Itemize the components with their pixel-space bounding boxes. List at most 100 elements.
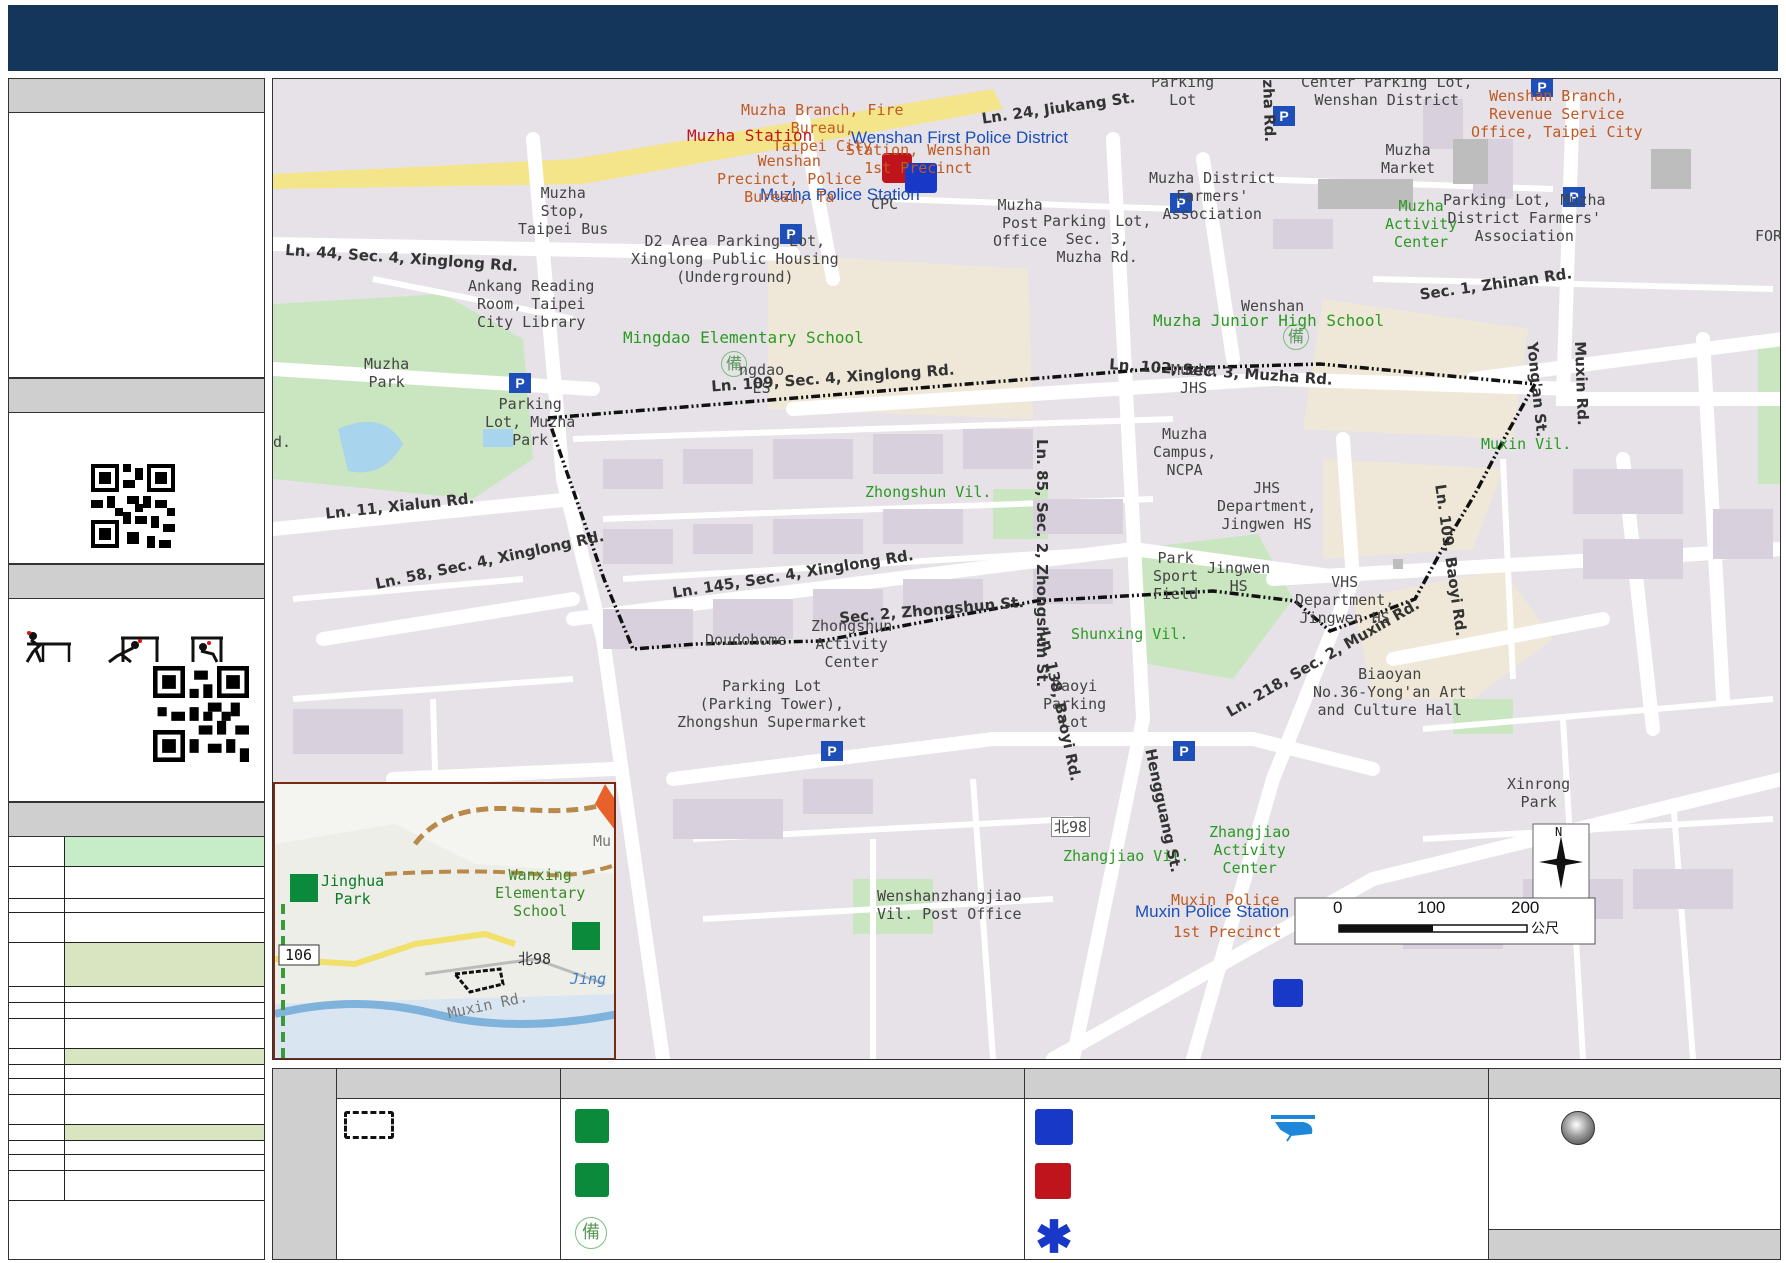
- evac-park-icon: [575, 1163, 609, 1197]
- label-wenshan-precinct: Wenshan Precinct, Police Bureau, Ta: [717, 152, 862, 206]
- panel-drill-header: [9, 565, 264, 599]
- label-muzha-station: Muzha Station: [687, 126, 813, 145]
- label-bei98: 北98: [1051, 817, 1091, 837]
- info-row-value: [65, 1125, 264, 1140]
- info-row-key: [9, 1049, 65, 1064]
- label-d: d.: [273, 433, 292, 451]
- scale-0: 0: [1333, 898, 1343, 917]
- label-center-parking: Center Parking Lot, Wenshan District: [1301, 78, 1473, 109]
- info-row: [9, 1141, 264, 1155]
- muxin-police-icon[interactable]: [1273, 979, 1303, 1007]
- label-muzha-jhs: Muzha Junior High School: [1153, 311, 1385, 330]
- info-row-value: [65, 1079, 264, 1094]
- info-row-key: [9, 1125, 65, 1140]
- hold-icon: [191, 636, 223, 663]
- info-row: [9, 867, 264, 899]
- legend-col-area-head: [337, 1069, 560, 1099]
- info-row: [9, 1171, 264, 1201]
- info-row-value: [65, 1141, 264, 1154]
- scale-unit: 公尺: [1531, 921, 1559, 937]
- point-marker-icon: [1561, 1111, 1595, 1145]
- info-row-value: [65, 837, 264, 866]
- info-row-value: [65, 867, 264, 898]
- info-row-value: [65, 1019, 264, 1048]
- inset-wanxing-school: Wanxing Elementary School: [495, 866, 586, 920]
- info-row-key: [9, 1065, 65, 1078]
- info-row: [9, 987, 264, 1003]
- label-jhs-dept: JHS Department, Jingwen HS: [1217, 479, 1317, 533]
- legend-col-emergency: [1025, 1069, 1489, 1259]
- info-row-value: [65, 987, 264, 1002]
- info-row-key: [9, 1003, 65, 1018]
- legend-col-other: [1489, 1069, 1780, 1259]
- legend-side: [273, 1069, 337, 1259]
- label-xinrong-park: Xinrong Park: [1507, 775, 1571, 811]
- legend-col-other-head: [1489, 1069, 1780, 1099]
- label-station-wenshan: Station, Wenshan 1st Precinct: [846, 141, 991, 177]
- info-row-value: [65, 1049, 264, 1064]
- label-doudohome: Doudohome: [705, 631, 787, 649]
- info-row-value: [65, 943, 264, 986]
- legend-col-other-footer: [1489, 1229, 1780, 1259]
- info-row: [9, 899, 264, 913]
- drop-icon: [25, 631, 71, 663]
- info-row: [9, 1019, 264, 1049]
- info-row-key: [9, 1155, 65, 1170]
- label-parking-farmers: Parking Lot, Muzha District Farmers' Ass…: [1443, 191, 1606, 245]
- label-wenshan-branch: Wenshan Branch, Revenue Service Office, …: [1471, 87, 1643, 141]
- info-row-value: [65, 1171, 264, 1200]
- label-biaoyan: Biaoyan No.36-Yong'an Art and Culture Ha…: [1313, 665, 1467, 719]
- info-row-value: [65, 1095, 264, 1124]
- evac-shelter-icon: [575, 1109, 609, 1143]
- label-mingdao-es: Mingdao Elementary School: [623, 328, 864, 347]
- label-muzha-market: Muzha Market: [1381, 141, 1436, 177]
- label-muzha-campus: Muzha Campus, NCPA: [1153, 425, 1217, 479]
- info-row: [9, 837, 264, 867]
- inset-base: [275, 784, 614, 1058]
- map[interactable]: Jinghua Park Wanxing Elementary School 1…: [272, 78, 1781, 1060]
- legend-col-emergency-head: [1025, 1069, 1488, 1099]
- info-row-key: [9, 1095, 65, 1124]
- inset-route-106: 106: [285, 946, 313, 964]
- inset-map[interactable]: Jinghua Park Wanxing Elementary School 1…: [273, 782, 616, 1059]
- parking-icon: P: [821, 741, 843, 761]
- info-row: [9, 913, 264, 943]
- qr-code-drill: [153, 666, 249, 762]
- label-muxin-police: Muxin Police Station: [1135, 902, 1290, 921]
- inset-mu: Mu: [593, 832, 612, 850]
- label-muxin-vil: Muxin Vil.: [1481, 435, 1572, 453]
- legend-col-shelter-head: [561, 1069, 1024, 1099]
- police-icon: [1035, 1109, 1073, 1145]
- panel-qr-header: [9, 379, 264, 413]
- info-row-key: [9, 1171, 65, 1200]
- label-zhangjiao-activity: Zhangjiao Activity Center: [1209, 823, 1291, 877]
- helicopter-icon: [1271, 1115, 1315, 1142]
- info-row-value: [65, 913, 264, 942]
- parking-icon: P: [1173, 741, 1195, 761]
- info-table: [9, 837, 264, 1201]
- label-parking-muzha-park: Parking Lot, Muzha Park: [485, 395, 576, 449]
- label-park-sport: Park Sport Field: [1153, 549, 1199, 603]
- info-row-key: [9, 943, 65, 986]
- label-muzha-post: Muzha Post Office: [993, 196, 1048, 250]
- panel-1: [8, 78, 265, 378]
- info-row-value: [65, 899, 264, 912]
- info-row: [9, 1125, 264, 1141]
- info-row: [9, 1079, 264, 1095]
- shelter-reserve-icon: 備: [575, 1217, 607, 1249]
- qr-code: [91, 464, 175, 548]
- legend-col-area: [337, 1069, 561, 1259]
- info-row-key: [9, 913, 65, 942]
- fire-icon: [1035, 1163, 1071, 1199]
- inset-jing: Jing: [570, 970, 607, 988]
- label-shunxing-vil: Shunxing Vil.: [1071, 625, 1189, 643]
- label-post-office: Wenshanzhangjiao Vil. Post Office: [877, 887, 1022, 923]
- info-row-key: [9, 1019, 65, 1048]
- area-boundary-swatch: [344, 1111, 394, 1139]
- label-zhongshun-vil: Zhongshun Vil.: [865, 483, 992, 501]
- parking-icon: P: [509, 373, 531, 393]
- scale-100: 100: [1417, 898, 1446, 917]
- label-farmers-assoc: Muzha District Farmers' Association: [1149, 169, 1276, 223]
- compass-n: N: [1555, 825, 1563, 839]
- inset-route-bei98: 北98: [518, 950, 552, 968]
